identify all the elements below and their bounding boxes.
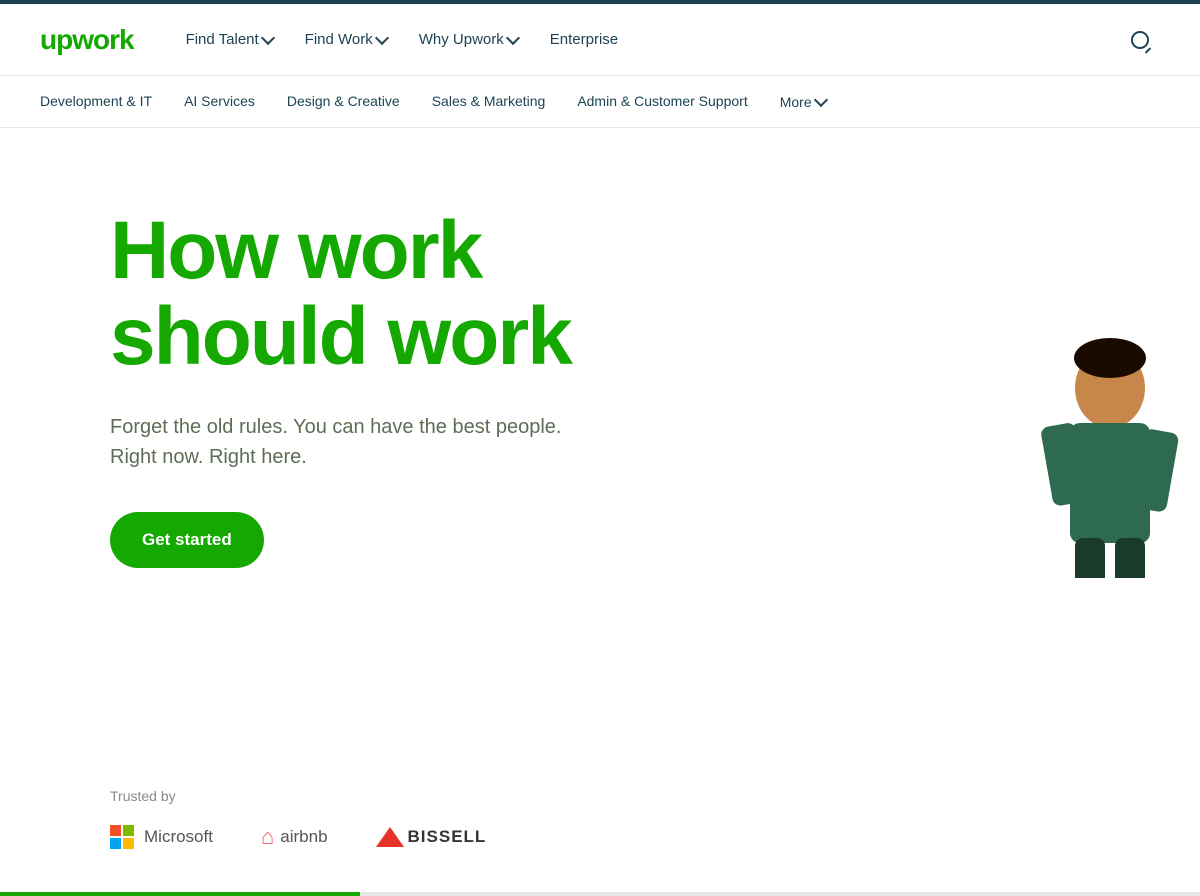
get-started-button[interactable]: Get started [110, 512, 264, 568]
hero-section: How work should work Forget the old rule… [0, 128, 1200, 748]
ms-green-square [123, 825, 134, 836]
hero-illustration [1020, 328, 1200, 578]
category-design-creative[interactable]: Design & Creative [271, 79, 416, 125]
trusted-label: Trusted by [110, 788, 1160, 804]
find-work-nav[interactable]: Find Work [293, 23, 399, 56]
category-admin-support[interactable]: Admin & Customer Support [561, 79, 763, 125]
why-upwork-nav[interactable]: Why Upwork [407, 23, 530, 56]
category-ai-services[interactable]: AI Services [168, 79, 271, 125]
main-nav: upwork Find Talent Find Work Why Upwork … [0, 4, 1200, 76]
find-talent-nav[interactable]: Find Talent [174, 23, 285, 56]
why-upwork-chevron-icon [506, 31, 520, 45]
category-development-it[interactable]: Development & IT [40, 79, 168, 125]
hero-headline: How work should work [110, 208, 810, 380]
search-icon [1131, 31, 1149, 49]
bottom-progress-bar [0, 892, 1200, 896]
hero-text: How work should work Forget the old rule… [110, 208, 810, 568]
more-chevron-icon [814, 93, 828, 107]
trusted-logos: Microsoft ⌂ airbnb BISSELL [110, 824, 1160, 850]
category-nav: Development & IT AI Services Design & Cr… [0, 76, 1200, 128]
nav-links: Find Talent Find Work Why Upwork Enterpr… [174, 23, 1120, 56]
microsoft-text: Microsoft [144, 827, 213, 847]
microsoft-grid-icon [110, 825, 134, 849]
ms-red-square [110, 825, 121, 836]
find-work-chevron-icon [375, 31, 389, 45]
ms-yellow-square [123, 838, 134, 849]
bottom-progress-fill [0, 892, 360, 896]
category-more[interactable]: More [764, 80, 842, 124]
enterprise-label: Enterprise [550, 31, 618, 48]
airbnb-symbol-icon: ⌂ [261, 824, 274, 850]
airbnb-logo: ⌂ airbnb [261, 824, 328, 850]
category-sales-marketing[interactable]: Sales & Marketing [416, 79, 562, 125]
airbnb-text: airbnb [280, 827, 327, 847]
nav-right [1120, 20, 1160, 60]
search-button[interactable] [1120, 20, 1160, 60]
ms-blue-square [110, 838, 121, 849]
enterprise-nav[interactable]: Enterprise [538, 23, 630, 56]
bissell-logo: BISSELL [376, 827, 487, 847]
find-talent-label: Find Talent [186, 31, 259, 48]
find-work-label: Find Work [305, 31, 373, 48]
microsoft-logo: Microsoft [110, 825, 213, 849]
trusted-section: Trusted by Microsoft ⌂ airbnb BISSELL [0, 748, 1200, 890]
why-upwork-label: Why Upwork [419, 31, 504, 48]
bissell-triangle-icon [376, 827, 404, 847]
upwork-logo[interactable]: upwork [40, 24, 134, 56]
bissell-text: BISSELL [408, 827, 487, 847]
hero-subtitle: Forget the old rules. You can have the b… [110, 412, 810, 472]
find-talent-chevron-icon [261, 31, 275, 45]
